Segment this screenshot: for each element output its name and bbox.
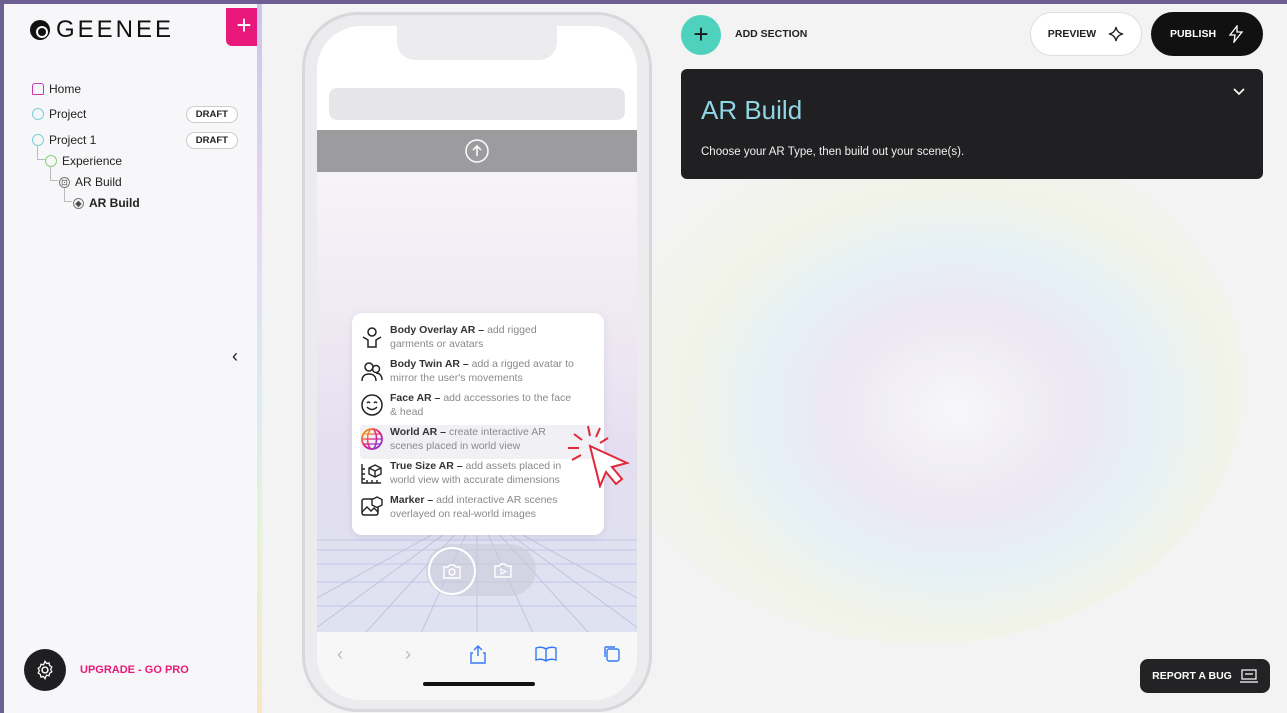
ar-cube-icon: ⊡: [59, 176, 70, 188]
ar-type-text: Body Overlay AR – add rigged garments or …: [390, 324, 537, 350]
add-section-label[interactable]: ADD SECTION: [735, 28, 807, 40]
draft-badge: DRAFT: [185, 105, 238, 123]
project-circle-icon: [32, 134, 44, 146]
lightning-icon: [1228, 25, 1244, 43]
app-window: GEENEE + Home Project DRAFT Project 1 DR…: [4, 4, 1287, 713]
sidebar-item-label: AR Build: [89, 196, 140, 210]
phone-notch: [397, 26, 557, 60]
sidebar-item-ar-build-group[interactable]: ⊡ AR Build: [59, 175, 122, 189]
two-people-icon: [361, 362, 383, 382]
browser-toolbar: ‹ ›: [317, 632, 637, 700]
home-icon: [32, 83, 44, 95]
sidebar-item-label: AR Build: [75, 175, 122, 189]
sidebar-item-label: Project: [49, 107, 87, 121]
draft-badge: DRAFT: [185, 131, 238, 149]
upgrade-link[interactable]: UPGRADE - GO PRO: [80, 664, 189, 676]
ar-type-body-twin[interactable]: Body Twin AR – add a rigged avatar to mir…: [360, 357, 600, 391]
logo-text: GEENEE: [56, 16, 175, 43]
ar-type-marker[interactable]: Marker – add interactive AR scenes overla…: [360, 493, 600, 527]
ar-cube-icon: ◈: [73, 197, 84, 209]
home-indicator: [423, 682, 535, 686]
logo: GEENEE: [30, 16, 174, 44]
project-circle-icon: [32, 108, 44, 120]
share-icon[interactable]: [469, 644, 487, 664]
settings-button[interactable]: [24, 649, 66, 691]
ar-type-text: True Size AR – add assets placed in world…: [390, 460, 562, 486]
ruler-cube-icon: [361, 464, 382, 484]
browser-url-bar: [329, 88, 625, 120]
experience-circle-icon: [45, 155, 57, 167]
ar-type-text: Body Twin AR – add a rigged avatar to mir…: [390, 358, 574, 384]
add-section-button[interactable]: +: [681, 15, 721, 55]
ar-type-text: Marker – add interactive AR scenes overla…: [390, 494, 558, 520]
video-camera-icon[interactable]: [494, 562, 512, 578]
sparkle-icon: [1109, 26, 1124, 42]
sidebar-item-experience[interactable]: Experience: [45, 154, 122, 168]
sidebar-item-home[interactable]: Home: [32, 82, 81, 96]
upload-bar[interactable]: [317, 130, 637, 172]
forward-arrow-icon[interactable]: ›: [405, 644, 411, 665]
section-title: AR Build: [701, 95, 803, 125]
tree-connector: [64, 188, 72, 202]
ar-type-text: World AR – create interactive AR scenes p…: [390, 426, 546, 452]
section-subtitle: Choose your AR Type, then build out your…: [701, 146, 965, 158]
preview-button[interactable]: PREVIEW: [1030, 12, 1142, 56]
sidebar-divider: [257, 4, 262, 713]
sidebar-item-label: Experience: [62, 154, 123, 168]
sidebar-item-project[interactable]: Project DRAFT: [32, 105, 238, 123]
sidebar-item-label: Home: [49, 82, 82, 96]
ar-type-text: Face AR – add accessories to the face & h…: [390, 392, 572, 418]
sidebar-item-ar-build-selected[interactable]: ◈ AR Build: [73, 196, 140, 210]
preview-label: PREVIEW: [1047, 28, 1097, 40]
tree-connector: [50, 167, 58, 181]
globe-icon: [361, 428, 383, 450]
publish-label: PUBLISH: [1169, 28, 1217, 40]
laptop-icon: [1239, 669, 1258, 683]
tabs-icon[interactable]: [603, 645, 621, 663]
smiley-icon: [361, 394, 383, 416]
bookmarks-icon[interactable]: [535, 646, 557, 662]
publish-button[interactable]: PUBLISH: [1151, 12, 1263, 56]
report-bug-button[interactable]: REPORT A BUG: [1140, 659, 1270, 693]
sidebar-item-project-1[interactable]: Project 1 DRAFT: [32, 131, 238, 149]
camera-icon: [443, 564, 461, 579]
photo-capture-button[interactable]: [428, 547, 476, 595]
chevron-down-icon[interactable]: [1231, 83, 1247, 99]
back-arrow-icon[interactable]: ‹: [337, 644, 343, 665]
collapse-sidebar-chevron-icon[interactable]: ‹: [232, 346, 238, 367]
image-marker-icon: [361, 496, 383, 516]
sidebar: GEENEE + Home Project DRAFT Project 1 DR…: [4, 4, 262, 713]
click-cursor-icon: [568, 425, 630, 488]
logo-mark-icon: [30, 20, 50, 40]
gear-icon: [37, 659, 53, 681]
upload-arrow-icon: [465, 139, 489, 163]
background-glow: [604, 124, 1244, 644]
ar-type-body-overlay[interactable]: Body Overlay AR – add rigged garments or …: [360, 323, 600, 357]
report-bug-label: REPORT A BUG: [1152, 670, 1232, 682]
ar-type-world[interactable]: World AR – create interactive AR scenes p…: [360, 425, 600, 459]
section-card: AR Build Choose your AR Type, then build…: [681, 69, 1263, 179]
ar-type-true-size[interactable]: True Size AR – add assets placed in world…: [360, 459, 600, 493]
ar-type-face[interactable]: Face AR – add accessories to the face & h…: [360, 391, 600, 425]
tree-connector: [37, 146, 45, 160]
sidebar-item-label: Project 1: [49, 133, 97, 147]
person-outline-icon: [362, 327, 382, 348]
